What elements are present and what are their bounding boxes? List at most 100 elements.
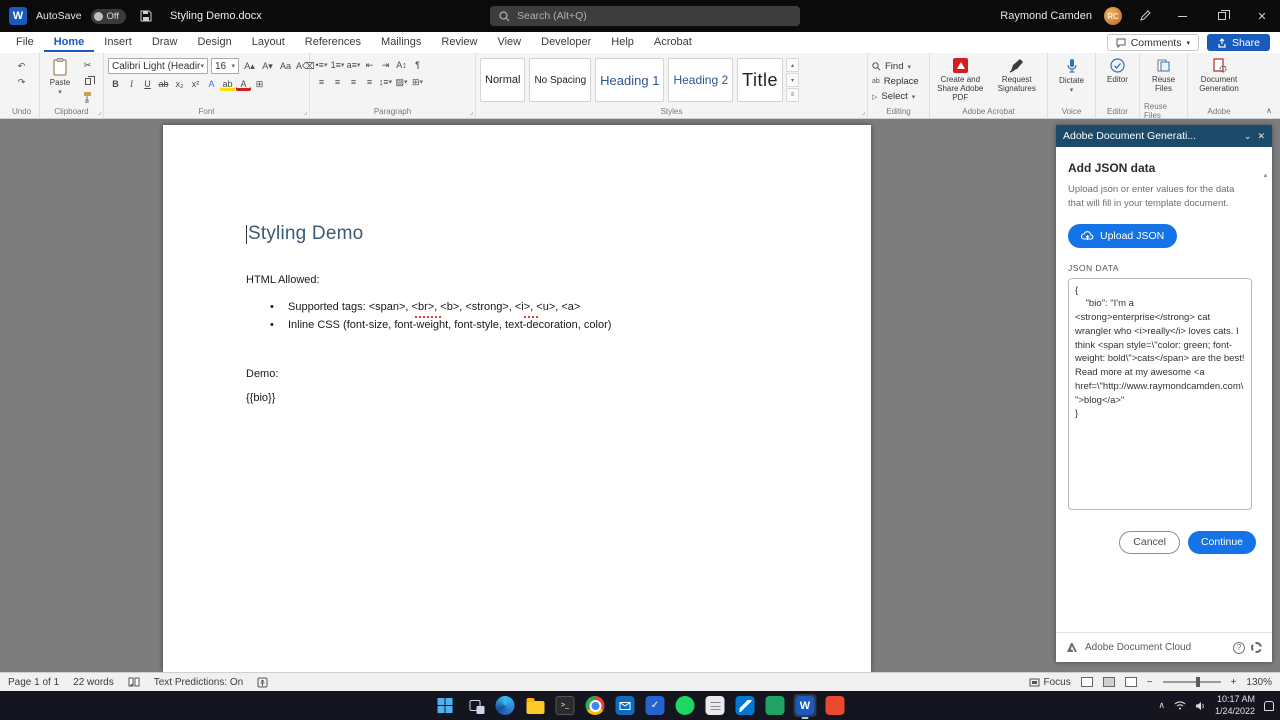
underline-button[interactable]: U bbox=[140, 77, 155, 91]
comments-button[interactable]: Comments ▾ bbox=[1106, 34, 1199, 51]
tab-view[interactable]: View bbox=[487, 33, 531, 52]
zoom-in-button[interactable]: + bbox=[1231, 677, 1237, 688]
dialog-launcher-icon[interactable]: ⌟ bbox=[862, 108, 865, 116]
change-case-button[interactable]: Aa bbox=[278, 59, 293, 73]
vscode-button[interactable] bbox=[734, 694, 757, 717]
dictate-button[interactable]: Dictate ▾ bbox=[1059, 55, 1084, 95]
restore-button[interactable] bbox=[1208, 0, 1236, 32]
dialog-launcher-icon[interactable]: ⌟ bbox=[470, 108, 473, 116]
search-input[interactable] bbox=[517, 10, 791, 22]
read-mode-button[interactable] bbox=[1080, 677, 1093, 687]
multilevel-list-button[interactable]: a≡ ▾ bbox=[346, 58, 361, 72]
style-heading-2[interactable]: Heading 2 bbox=[668, 58, 734, 102]
avatar[interactable]: RC bbox=[1104, 7, 1122, 25]
collapse-ribbon-button[interactable]: ∧ bbox=[1266, 106, 1272, 115]
font-color-button[interactable]: A bbox=[236, 77, 251, 91]
word-taskbar-button[interactable]: W bbox=[793, 694, 817, 719]
align-center-button[interactable]: ≡ bbox=[330, 75, 345, 89]
italic-button[interactable]: I bbox=[124, 77, 139, 91]
autosave-toggle[interactable]: Off bbox=[90, 8, 127, 24]
redo-button[interactable]: ↷ bbox=[14, 75, 29, 89]
dialog-launcher-icon[interactable]: ⌟ bbox=[98, 108, 101, 116]
select-button[interactable]: ▷ Select ▾ bbox=[872, 91, 915, 102]
zoom-level[interactable]: 130% bbox=[1246, 677, 1272, 688]
green-app-button[interactable] bbox=[764, 694, 787, 717]
tab-mailings[interactable]: Mailings bbox=[371, 33, 431, 52]
line-spacing-button[interactable]: ↕≡ ▾ bbox=[378, 75, 393, 89]
increase-indent-button[interactable]: ⇥ bbox=[378, 58, 393, 72]
justify-button[interactable]: ≡ bbox=[362, 75, 377, 89]
superscript-button[interactable]: x² bbox=[188, 77, 203, 91]
dialog-launcher-icon[interactable]: ⌟ bbox=[304, 108, 307, 116]
mail-button[interactable] bbox=[614, 694, 637, 717]
word-count[interactable]: 22 words bbox=[73, 677, 114, 688]
tab-review[interactable]: Review bbox=[431, 33, 487, 52]
align-left-button[interactable]: ≡ bbox=[314, 75, 329, 89]
save-icon[interactable] bbox=[135, 5, 157, 27]
editor-button[interactable]: Editor bbox=[1107, 55, 1128, 84]
gear-icon[interactable] bbox=[1251, 642, 1262, 653]
format-painter-button[interactable] bbox=[80, 90, 95, 104]
zoom-slider[interactable] bbox=[1162, 677, 1221, 687]
tab-design[interactable]: Design bbox=[187, 33, 241, 52]
task-view-button[interactable] bbox=[464, 694, 487, 717]
ink-pen-icon[interactable] bbox=[1134, 5, 1156, 27]
chrome-button[interactable] bbox=[584, 694, 607, 717]
proofing-icon[interactable] bbox=[128, 677, 140, 687]
styles-more-button[interactable]: ≡ bbox=[786, 88, 799, 102]
start-button[interactable] bbox=[434, 694, 457, 717]
spotify-button[interactable] bbox=[674, 694, 697, 717]
strikethrough-button[interactable]: ab bbox=[156, 77, 171, 91]
document-title[interactable]: Styling Demo.docx bbox=[166, 10, 262, 22]
edge-button[interactable] bbox=[494, 694, 517, 717]
upload-json-button[interactable]: Upload JSON bbox=[1068, 223, 1178, 248]
undo-button[interactable]: ↶ bbox=[14, 59, 29, 73]
web-layout-button[interactable] bbox=[1124, 677, 1137, 687]
style-heading-1[interactable]: Heading 1 bbox=[595, 58, 665, 102]
tab-developer[interactable]: Developer bbox=[531, 33, 601, 52]
request-signatures-button[interactable]: Request Signatures bbox=[991, 55, 1044, 93]
continue-button[interactable]: Continue bbox=[1187, 530, 1256, 554]
text-effects-button[interactable]: A bbox=[204, 77, 219, 91]
styles-scroll-down-button[interactable]: ▾ bbox=[786, 73, 799, 87]
page-indicator[interactable]: Page 1 of 1 bbox=[8, 677, 59, 688]
sort-button[interactable]: A↕ bbox=[394, 58, 409, 72]
subscript-button[interactable]: x₂ bbox=[172, 77, 187, 91]
tab-file[interactable]: File bbox=[6, 33, 44, 52]
highlight-color-button[interactable]: ab bbox=[220, 77, 235, 91]
zoom-slider-thumb[interactable] bbox=[1196, 677, 1201, 687]
cancel-button[interactable]: Cancel bbox=[1119, 530, 1180, 554]
file-explorer-button[interactable] bbox=[524, 694, 547, 717]
font-name-combo[interactable]: Calibri Light (Headir ▾ bbox=[108, 58, 208, 74]
create-share-pdf-button[interactable]: Create and Share Adobe PDF bbox=[934, 55, 987, 103]
tab-insert[interactable]: Insert bbox=[94, 33, 142, 52]
zoom-out-button[interactable]: − bbox=[1147, 677, 1153, 688]
decrease-indent-button[interactable]: ⇤ bbox=[362, 58, 377, 72]
font-size-combo[interactable]: 16 ▾ bbox=[211, 58, 239, 74]
style-normal[interactable]: Normal bbox=[480, 58, 526, 102]
panel-scrollbar[interactable]: ▲ bbox=[1261, 173, 1270, 179]
reuse-files-button[interactable]: Reuse Files bbox=[1144, 55, 1183, 93]
wifi-icon[interactable] bbox=[1174, 701, 1186, 710]
tab-help[interactable]: Help bbox=[601, 33, 644, 52]
cut-button[interactable]: ✂ bbox=[80, 58, 95, 72]
tab-draw[interactable]: Draw bbox=[142, 33, 188, 52]
numbering-button[interactable]: 1≡ ▾ bbox=[330, 58, 345, 72]
help-icon[interactable]: ? bbox=[1233, 641, 1245, 654]
json-data-textarea[interactable]: { "bio": "I'm a <strong>enterprise</stro… bbox=[1068, 277, 1252, 510]
panel-close-icon[interactable]: ✕ bbox=[1257, 131, 1265, 142]
search-box[interactable] bbox=[490, 6, 800, 26]
paste-button[interactable]: Paste ▾ bbox=[44, 55, 76, 97]
tab-acrobat[interactable]: Acrobat bbox=[644, 33, 702, 52]
chevron-down-icon[interactable]: ⌄ bbox=[1244, 131, 1252, 142]
grow-font-button[interactable]: A▴ bbox=[242, 59, 257, 73]
shading-button[interactable]: ▨ ▾ bbox=[394, 75, 409, 89]
borders-button[interactable]: ⊞ bbox=[252, 77, 267, 91]
copy-button[interactable] bbox=[80, 74, 95, 88]
volume-icon[interactable] bbox=[1195, 701, 1206, 711]
find-button[interactable]: Find ▾ bbox=[872, 61, 911, 72]
minimize-button[interactable] bbox=[1168, 0, 1196, 32]
tray-expand-chevron[interactable]: ∧ bbox=[1158, 700, 1165, 711]
bullets-button[interactable]: •≡ ▾ bbox=[314, 58, 329, 72]
notification-center-button[interactable] bbox=[1264, 700, 1274, 711]
